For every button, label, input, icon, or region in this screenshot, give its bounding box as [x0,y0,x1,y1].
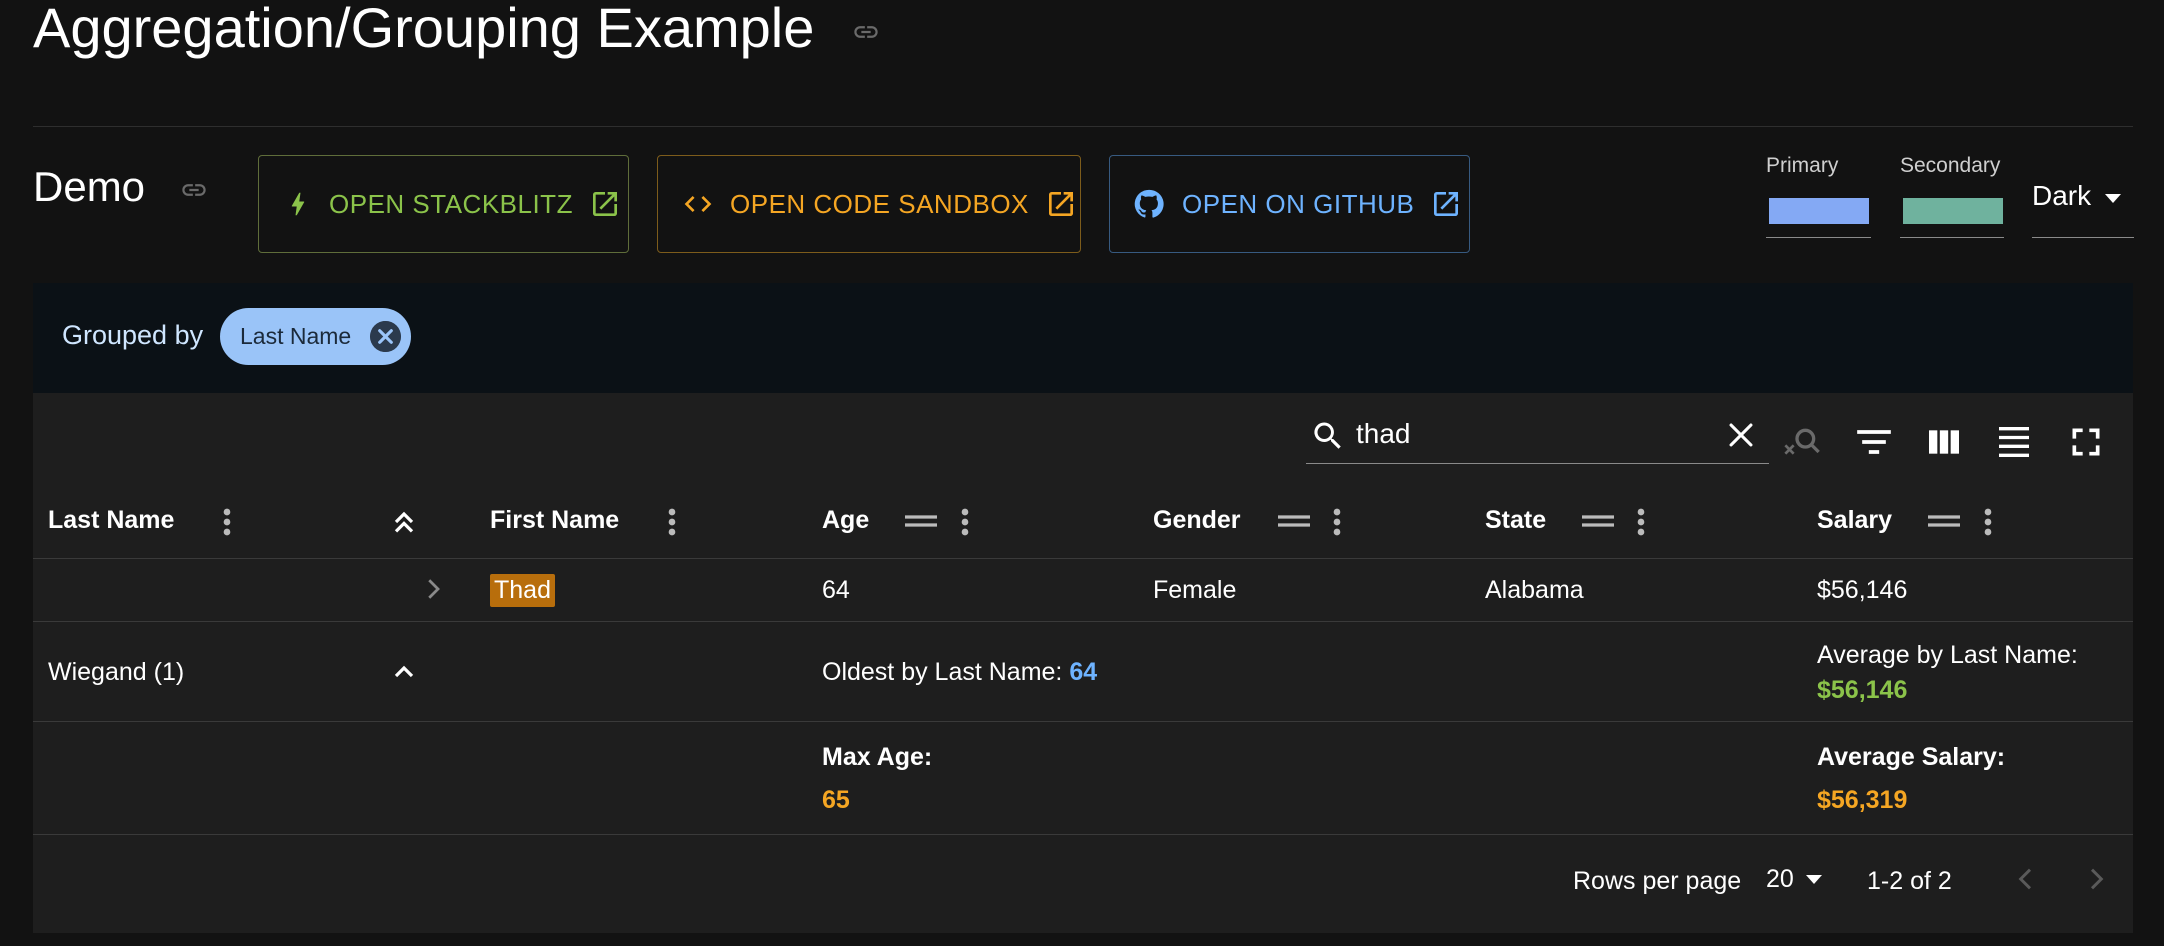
row-divider [33,721,2133,722]
column-menu-icon[interactable] [667,507,677,537]
column-menu-icon[interactable] [222,507,232,537]
previous-page-icon[interactable] [2010,863,2042,895]
chevron-right-icon[interactable] [418,574,448,604]
chevron-up-icon[interactable] [388,656,420,688]
close-icon[interactable] [1724,418,1758,452]
secondary-color-label: Secondary [1900,154,2001,177]
primary-color-swatch[interactable] [1769,198,1869,224]
drag-handle-icon[interactable] [905,514,937,528]
rows-per-page-select[interactable]: 20 [1766,865,1822,894]
code-sandbox-label: OPEN CODE SANDBOX [730,188,1029,219]
salary-cell: $56,146 [1817,576,1908,604]
caret-down-icon [2105,194,2122,203]
code-icon [684,196,712,212]
column-header-last-name[interactable]: Last Name [48,506,174,535]
primary-color-label: Primary [1766,154,1839,177]
open-stackblitz-button[interactable]: OPEN STACKBLITZ [258,155,629,253]
average-aggregate-value: $56,146 [1817,676,1908,704]
average-salary-value: $56,319 [1817,786,1908,814]
average-salary-label: Average Salary: [1817,743,2006,771]
fullscreen-icon[interactable] [2066,422,2106,462]
search-icon [1314,422,1341,449]
row-divider [33,621,2133,622]
caret-down-icon [1805,875,1822,884]
column-header-gender[interactable]: Gender [1153,506,1241,535]
age-cell: 64 [822,576,850,604]
drag-handle-icon[interactable] [1582,514,1614,528]
rows-per-page-value: 20 [1766,865,1794,893]
open-in-new-icon [1434,192,1459,216]
first-name-cell: Thad [490,574,555,607]
column-header-state[interactable]: State [1485,506,1546,535]
column-header-salary[interactable]: Salary [1817,506,1892,535]
column-header-age[interactable]: Age [822,506,869,535]
oldest-value: 64 [1069,658,1098,686]
demo-heading: Demo [33,163,146,210]
drag-handle-icon[interactable] [1278,514,1310,528]
link-icon[interactable] [176,176,212,204]
max-age-label: Max Age: [822,743,933,771]
open-on-github-button[interactable]: OPEN ON GITHUB [1109,155,1470,253]
open-in-new-icon [592,192,617,216]
theme-mode-value: Dark [2032,180,2092,211]
page-title: Aggregation/Grouping Example [33,0,815,59]
divider [33,126,2133,127]
density-icon[interactable] [1994,422,2034,462]
open-in-new-icon [1048,192,1073,216]
secondary-color-picker[interactable] [1900,190,2004,238]
column-menu-icon[interactable] [1332,507,1342,537]
github-label: OPEN ON GITHUB [1182,188,1415,219]
collapse-all-icon[interactable] [388,505,420,539]
stackblitz-label: OPEN STACKBLITZ [329,188,573,219]
state-cell: Alabama [1485,576,1584,604]
average-aggregate-label: Average by Last Name: [1817,641,2078,669]
column-menu-icon[interactable] [1983,507,1993,537]
gender-cell: Female [1153,576,1237,604]
rows-per-page-label: Rows per page [1573,867,1742,895]
github-icon [1134,189,1164,218]
bolt-icon [291,192,305,216]
remove-group-icon[interactable] [370,321,401,352]
primary-color-picker[interactable] [1766,190,1871,238]
drag-handle-icon[interactable] [1928,514,1960,528]
filter-icon[interactable] [1854,422,1894,462]
column-header-first-name[interactable]: First Name [490,506,619,535]
theme-mode-select[interactable]: Dark [2032,180,2134,238]
column-menu-icon[interactable] [1636,507,1646,537]
column-menu-icon[interactable] [960,507,970,537]
group-chip-last-name[interactable]: Last Name [220,308,411,365]
row-divider [33,834,2133,835]
columns-icon[interactable] [1924,422,1964,462]
group-row-label: Wiegand (1) [48,658,185,686]
open-code-sandbox-button[interactable]: OPEN CODE SANDBOX [657,155,1081,253]
link-icon[interactable] [848,18,884,46]
group-chip-label: Last Name [240,323,352,349]
search-input[interactable] [1356,412,1706,456]
oldest-label: Oldest by Last Name: [822,658,1063,686]
pagination-range: 1-2 of 2 [1867,867,1952,895]
secondary-color-swatch[interactable] [1903,198,2003,224]
search-off-icon[interactable] [1782,422,1822,462]
max-age-value: 65 [822,786,850,814]
next-page-icon[interactable] [2080,863,2112,895]
grouped-by-label: Grouped by [62,320,204,350]
oldest-aggregate: Oldest by Last Name: 64 [822,658,1097,687]
